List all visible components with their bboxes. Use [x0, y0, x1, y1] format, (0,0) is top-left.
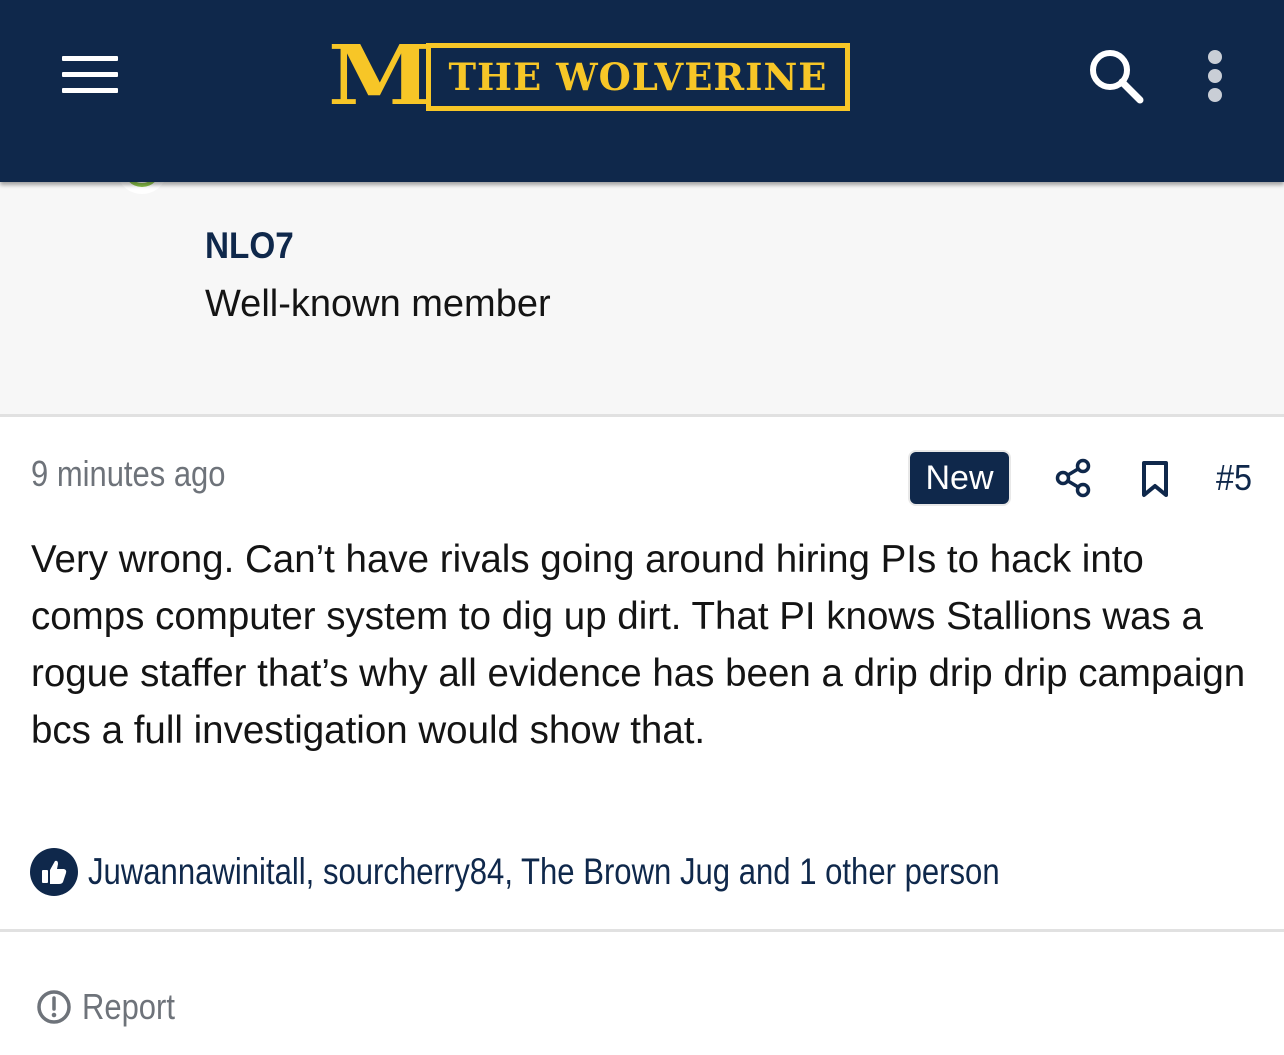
post-author-panel: [0, 182, 1284, 417]
exclamation-circle-icon: [36, 989, 72, 1025]
post-timestamp[interactable]: 9 minutes ago: [31, 452, 225, 496]
logo-block-m: M: [327, 28, 432, 124]
vertical-ellipsis-icon[interactable]: [1200, 50, 1230, 102]
reactions-list[interactable]: Juwannawinitall, sourcherry84, The Brown…: [88, 846, 1000, 898]
bookmark-icon[interactable]: [1140, 459, 1170, 499]
logo-text: THE WOLVERINE: [448, 55, 828, 99]
report-label: Report: [82, 986, 175, 1027]
thumbs-up-icon: [30, 848, 78, 896]
search-icon[interactable]: [1086, 46, 1146, 106]
reactions-bar[interactable]: Juwannawinitall, sourcherry84, The Brown…: [30, 846, 1173, 898]
author-user-title: Well-known member: [205, 283, 551, 325]
divider: [0, 929, 1284, 932]
hamburger-menu-icon[interactable]: [62, 56, 118, 94]
post-body-text: Very wrong. Can’t have rivals going arou…: [31, 538, 1246, 752]
share-icon[interactable]: [1054, 458, 1092, 498]
author-username[interactable]: NLO7: [205, 224, 294, 268]
top-navigation-bar: M THE WOLVERINE: [0, 0, 1284, 182]
post-number-link[interactable]: #5: [1216, 456, 1252, 500]
site-logo[interactable]: M THE WOLVERINE: [326, 28, 854, 124]
new-badge: New: [910, 452, 1009, 504]
logo-text-box: THE WOLVERINE: [426, 43, 850, 111]
report-button[interactable]: Report: [36, 985, 190, 1029]
